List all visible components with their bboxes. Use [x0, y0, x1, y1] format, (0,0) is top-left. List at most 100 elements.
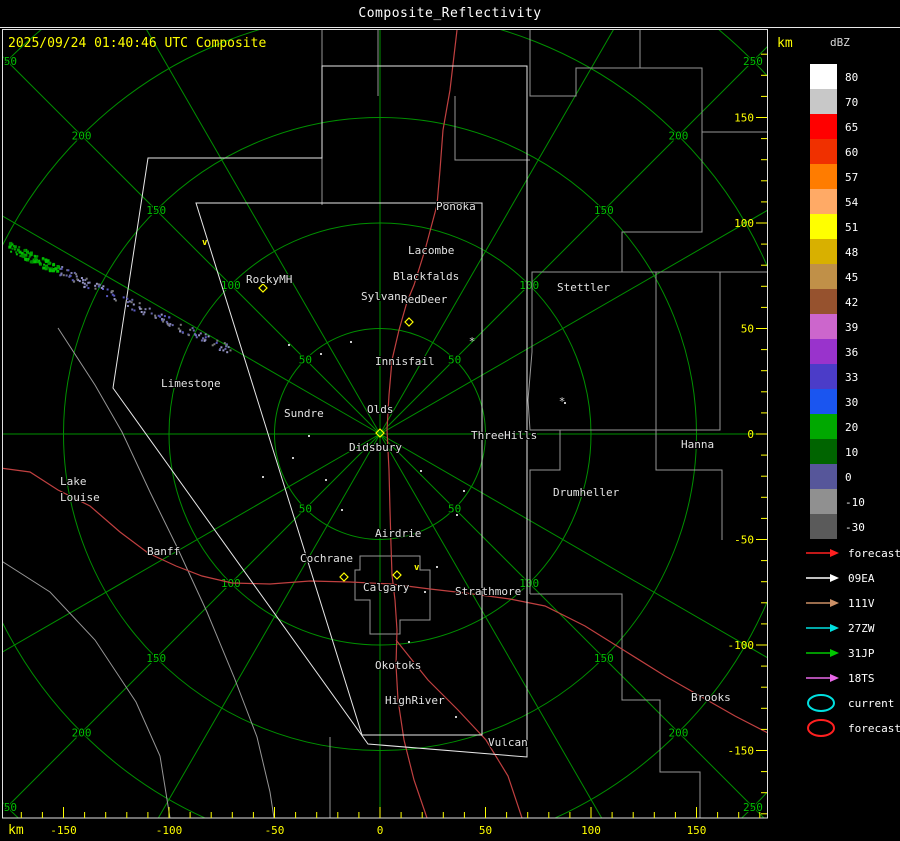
- city-label: Sundre: [284, 407, 324, 420]
- radar-echo: [80, 277, 83, 279]
- legend-arrow-head-icon: [830, 574, 839, 582]
- radar-echo: [53, 269, 56, 272]
- axis-label-right: -50: [734, 534, 754, 547]
- boundary-line: [527, 271, 622, 594]
- radar-echo: [198, 334, 201, 337]
- legend-arrow-head-icon: [830, 624, 839, 632]
- station-dot: [456, 514, 458, 516]
- range-ring-label: 200: [668, 130, 688, 143]
- radar-echo: [15, 253, 18, 256]
- radar-echo: [177, 327, 180, 330]
- legend-label: 31JP: [848, 647, 875, 660]
- radar-echo: [140, 311, 143, 313]
- station-dot: [424, 591, 426, 593]
- radar-echo: [204, 333, 207, 336]
- radar-display-canvas[interactable]: 5010015020025050100150200250501001502002…: [0, 0, 900, 841]
- radar-site-diamond: [404, 317, 414, 327]
- city-label: Airdrie: [375, 527, 421, 540]
- colorbar-label: 57: [845, 171, 858, 184]
- radial-line: [379, 30, 614, 435]
- station-dot: [463, 490, 465, 492]
- radar-echo: [168, 324, 171, 327]
- city-label: RedDeer: [401, 293, 448, 306]
- radar-echo: [29, 260, 33, 264]
- city-label: Ponoka: [436, 200, 476, 213]
- radar-echo: [179, 330, 182, 333]
- radar-echo: [60, 267, 63, 270]
- radar-echo: [128, 300, 131, 303]
- boundary-line: [3, 561, 171, 818]
- radar-echo: [219, 348, 221, 351]
- radar-echo: [68, 275, 71, 278]
- colorbar-label: 42: [845, 296, 858, 309]
- radar-echo: [78, 280, 81, 283]
- radar-echo: [42, 266, 46, 270]
- radar-echo: [94, 287, 97, 290]
- colorbar-title: dBZ: [830, 36, 850, 49]
- station-dot: [308, 435, 310, 437]
- radar-echo: [21, 252, 24, 255]
- radar-echo: [187, 334, 190, 337]
- radar-echo: [13, 245, 15, 248]
- legend-label: current: [848, 697, 894, 710]
- station-dot: [350, 341, 352, 343]
- radar-echo: [207, 335, 210, 338]
- radar-echo: [216, 339, 219, 342]
- overlay-layers: 150100500-50-100-150-150 -100 -50 0 50 100 150…: [2, 29, 900, 837]
- radar-echo: [87, 287, 90, 290]
- colorbar-label: -10: [845, 496, 865, 509]
- legend-label: 27ZW: [848, 622, 875, 635]
- radar-echo: [114, 299, 117, 302]
- radar-echo: [97, 285, 100, 288]
- colorbar-label: 60: [845, 146, 858, 159]
- radar-echo: [84, 279, 87, 282]
- radar-echo: [148, 307, 151, 310]
- radar-echo: [171, 324, 174, 327]
- radar-echo: [213, 343, 216, 346]
- radar-echo: [162, 320, 165, 323]
- legend-label: 18TS: [848, 672, 875, 685]
- radar-echo: [169, 323, 172, 325]
- radar-echo: [61, 266, 64, 268]
- radar-echo: [23, 249, 27, 253]
- colorbar-label: 33: [845, 371, 858, 384]
- range-ring-label: 200: [72, 726, 92, 739]
- city-label: Brooks: [691, 691, 731, 704]
- city-label: Vulcan: [488, 736, 528, 749]
- station-asterisk: *: [559, 395, 566, 408]
- radar-echo: [229, 349, 232, 352]
- radar-echo: [76, 278, 79, 281]
- radar-echo: [82, 279, 84, 281]
- radar-echo: [122, 296, 125, 299]
- colorbar-label: 39: [845, 321, 858, 334]
- legend-arrow-head-icon: [830, 599, 839, 607]
- colorbar-swatch: [810, 114, 837, 139]
- range-ring-label: 200: [668, 726, 688, 739]
- city-label: Limestone: [161, 377, 221, 390]
- axis-label-bottom: -100: [156, 824, 183, 837]
- colorbar-swatch: [810, 89, 837, 114]
- colorbar-label: 10: [845, 446, 858, 459]
- station-dot: [262, 476, 264, 478]
- radar-echo: [195, 336, 198, 339]
- station-dot: [408, 641, 410, 643]
- radar-echo: [215, 341, 218, 344]
- radar-echo: [28, 255, 31, 258]
- colorbar-label: 80: [845, 71, 858, 84]
- radar-echo: [100, 286, 103, 289]
- radar-echo: [144, 308, 147, 311]
- radar-echo: [131, 308, 134, 311]
- city-label: Strathmore: [455, 585, 521, 598]
- colorbar-swatch: [810, 489, 837, 514]
- radar-echo: [154, 316, 157, 319]
- colorbar-swatch: [810, 264, 837, 289]
- radar-echo: [126, 301, 129, 304]
- radar-echo: [48, 269, 52, 273]
- radar-site-diamond: [392, 570, 402, 580]
- colorbar-swatch: [810, 314, 837, 339]
- colorbar-swatch: [810, 389, 837, 414]
- radar-echo: [165, 320, 168, 323]
- radar-echo: [224, 347, 227, 350]
- city-label: Drumheller: [553, 486, 620, 499]
- colorbar-label: 36: [845, 346, 858, 359]
